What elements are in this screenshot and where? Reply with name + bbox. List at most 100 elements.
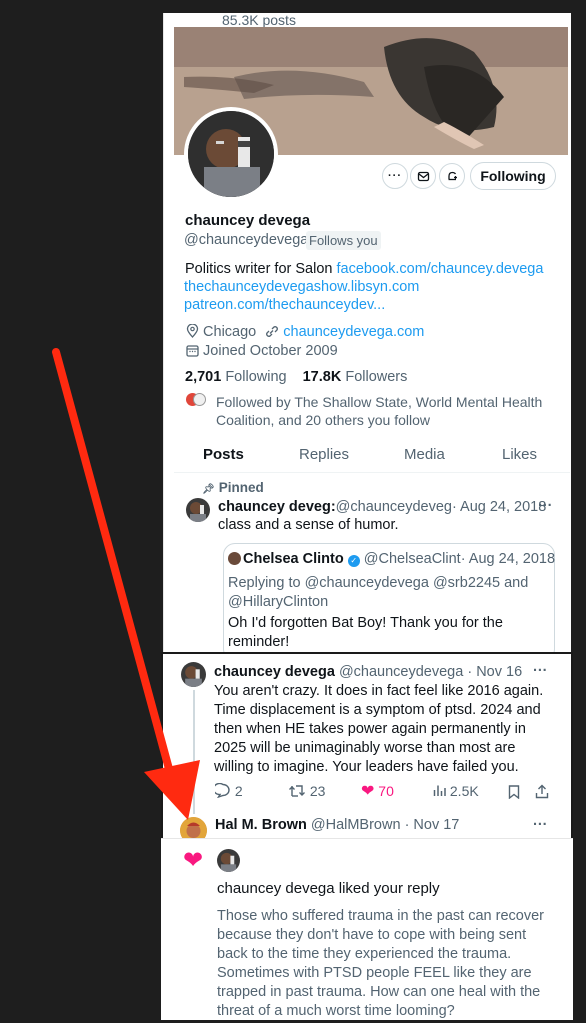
ellipsis-icon: ··· <box>388 170 402 182</box>
bookmark-button[interactable] <box>508 785 520 804</box>
quote-author-name: Chelsea Clinto <box>243 551 344 567</box>
following-stat[interactable]: 2,701 Following <box>185 369 287 385</box>
pinned-avatar[interactable] <box>186 498 210 522</box>
reply-avatar[interactable] <box>180 817 207 838</box>
followers-count: 17.8K <box>302 369 342 385</box>
bio-text: Politics writer for Salon <box>185 261 333 277</box>
bell-plus-icon <box>447 171 457 180</box>
pinned-header: chauncey deveg:@chaunceydeveg· Aug 24, 2… <box>218 498 546 517</box>
like-action[interactable]: ❤ 70 <box>361 782 394 801</box>
notification-line-6: threat of a much worst time looming? <box>217 1003 455 1019</box>
quote-header: Chelsea Clinto ✓ @ChelseaClint· Aug 24, … <box>243 550 555 569</box>
bio-link-libsyn[interactable]: thechaunceydevegashow.libsyn.com <box>184 278 419 297</box>
link-icon <box>266 326 279 337</box>
tab-replies[interactable]: Replies <box>299 446 349 463</box>
notification-line-2: because they don't have to cope with bei… <box>217 927 527 943</box>
follow-stats: 2,701 Following 17.8K Followers <box>185 368 407 387</box>
quote-date: · Aug 24, 2018 <box>460 551 556 567</box>
tab-likes[interactable]: Likes <box>502 446 537 463</box>
pinned-text: class and a sense of humor. <box>218 517 399 533</box>
quote-text-line2: reminder! <box>228 634 290 650</box>
thread-line <box>193 690 195 814</box>
joined-row: Joined October 2009 <box>186 342 338 361</box>
pin-icon: 📌︎ <box>202 484 215 495</box>
profile-avatar[interactable] <box>184 107 278 201</box>
following-button[interactable]: Following <box>470 162 556 190</box>
bookmark-icon <box>508 785 520 800</box>
avatar-image <box>220 852 237 872</box>
reply-more-icon[interactable]: ··· <box>533 816 548 835</box>
follows-you-label: Follows you <box>309 233 378 248</box>
followers-stat-label: Followers <box>345 369 408 385</box>
quote-author-handle: @ChelseaClint <box>363 551 461 567</box>
bio-link-facebook[interactable]: facebook.com/chauncey.devega <box>337 261 544 277</box>
calendar-icon <box>186 345 199 357</box>
reply-header: Hal M. Brown @HalMBrown · Nov 17 <box>215 816 459 835</box>
share-button[interactable] <box>535 784 549 804</box>
reply-author-handle[interactable]: @HalMBrown <box>311 817 401 833</box>
views-action[interactable]: 2.5K <box>433 782 479 801</box>
following-stat-label: Following <box>225 369 287 385</box>
tweet-avatar[interactable] <box>181 662 206 687</box>
followed-by-line2[interactable]: Coalition, and 20 others you follow <box>216 411 430 430</box>
pinned-author-handle[interactable]: @chaunceydeveg <box>336 499 452 515</box>
tweet-date[interactable]: · Nov 16 <box>467 664 522 680</box>
notification-line-1: Those who suffered trauma in the past ca… <box>217 908 544 924</box>
avatar-image <box>190 502 206 522</box>
pinned-label: 📌︎ Pinned <box>202 478 264 499</box>
notification-panel[interactable]: ❤ chauncey devega liked your reply Those… <box>161 838 573 1020</box>
message-button[interactable] <box>410 163 436 189</box>
tweet-author-name[interactable]: chauncey devega <box>214 664 335 680</box>
avatar-image <box>180 817 207 838</box>
retweet-icon <box>289 785 305 797</box>
quote-reply-line1: Replying to @chaunceydevega @srb2245 and <box>228 575 529 591</box>
followers-stat[interactable]: 17.8K Followers <box>303 369 408 385</box>
envelope-icon <box>417 171 429 181</box>
reply-action[interactable]: 2 <box>212 782 243 801</box>
more-options-button[interactable]: ··· <box>382 163 408 189</box>
reply-author-name[interactable]: Hal M. Brown <box>215 817 307 833</box>
view-count: 2.5K <box>449 783 479 799</box>
quote-avatar <box>228 552 241 565</box>
tweet-author-handle[interactable]: @chaunceydevega <box>339 664 463 680</box>
location-label: Chicago <box>203 324 257 340</box>
verified-badge-icon: ✓ <box>347 555 360 567</box>
pinned-more-icon[interactable]: ··· <box>538 497 553 516</box>
reply-date[interactable]: · Nov 17 <box>405 817 460 833</box>
tweet-line-3: then when HE takes power again permanent… <box>214 721 526 737</box>
tab-posts[interactable]: Posts <box>203 446 244 463</box>
profile-panel: 85.3K posts ··· Following chauncey deveg… <box>163 13 571 653</box>
tweet-panel: chauncey devega @chaunceydevega · Nov 16… <box>161 652 573 840</box>
heart-icon: ❤ <box>361 783 375 800</box>
tweet-line-4: 2025 will be unimaginably worse than mos… <box>214 740 516 756</box>
heart-icon: ❤ <box>183 847 204 874</box>
reply-icon <box>212 782 230 799</box>
avatar-image <box>185 666 202 687</box>
quote-card[interactable]: Chelsea Clinto ✓ @ChelseaClint· Aug 24, … <box>223 543 555 653</box>
tabs-divider <box>174 472 570 473</box>
pinned-date[interactable]: · Aug 24, 2018 <box>452 499 546 515</box>
location-row: Chicago chaunceydevega.com <box>186 323 424 342</box>
website-link[interactable]: chaunceydevega.com <box>283 324 424 340</box>
bio-link-patreon[interactable]: patreon.com/thechaunceydev... <box>184 296 385 315</box>
notification-avatar[interactable] <box>217 849 240 872</box>
notifications-button[interactable] <box>439 163 465 189</box>
tweet-more-icon[interactable]: ··· <box>533 662 548 681</box>
following-button-label: Following <box>480 168 546 184</box>
quote-reply-line2: @HillaryClinton <box>228 594 329 610</box>
retweet-action[interactable]: 23 <box>288 782 325 801</box>
following-count: 2,701 <box>185 369 222 385</box>
share-icon <box>535 784 549 799</box>
pinned-author-name[interactable]: chauncey deveg: <box>218 499 336 515</box>
notification-line-5: trapped in past trauma. How can one heal… <box>217 984 541 1000</box>
follows-you-badge: Follows you <box>306 231 381 250</box>
avatar-image <box>188 111 274 197</box>
followed-by-line1[interactable]: Followed by The Shallow State, World Men… <box>216 393 542 412</box>
notification-line-3: back to the time they experienced the tr… <box>217 946 512 962</box>
notification-title: chauncey devega liked your reply <box>217 880 440 897</box>
like-count: 70 <box>378 783 394 799</box>
joined-label: Joined October 2009 <box>203 343 338 359</box>
quote-text-line1: Oh I'd forgotten Bat Boy! Thank you for … <box>228 615 503 631</box>
tab-media[interactable]: Media <box>404 446 445 463</box>
reply-count: 2 <box>234 783 243 799</box>
